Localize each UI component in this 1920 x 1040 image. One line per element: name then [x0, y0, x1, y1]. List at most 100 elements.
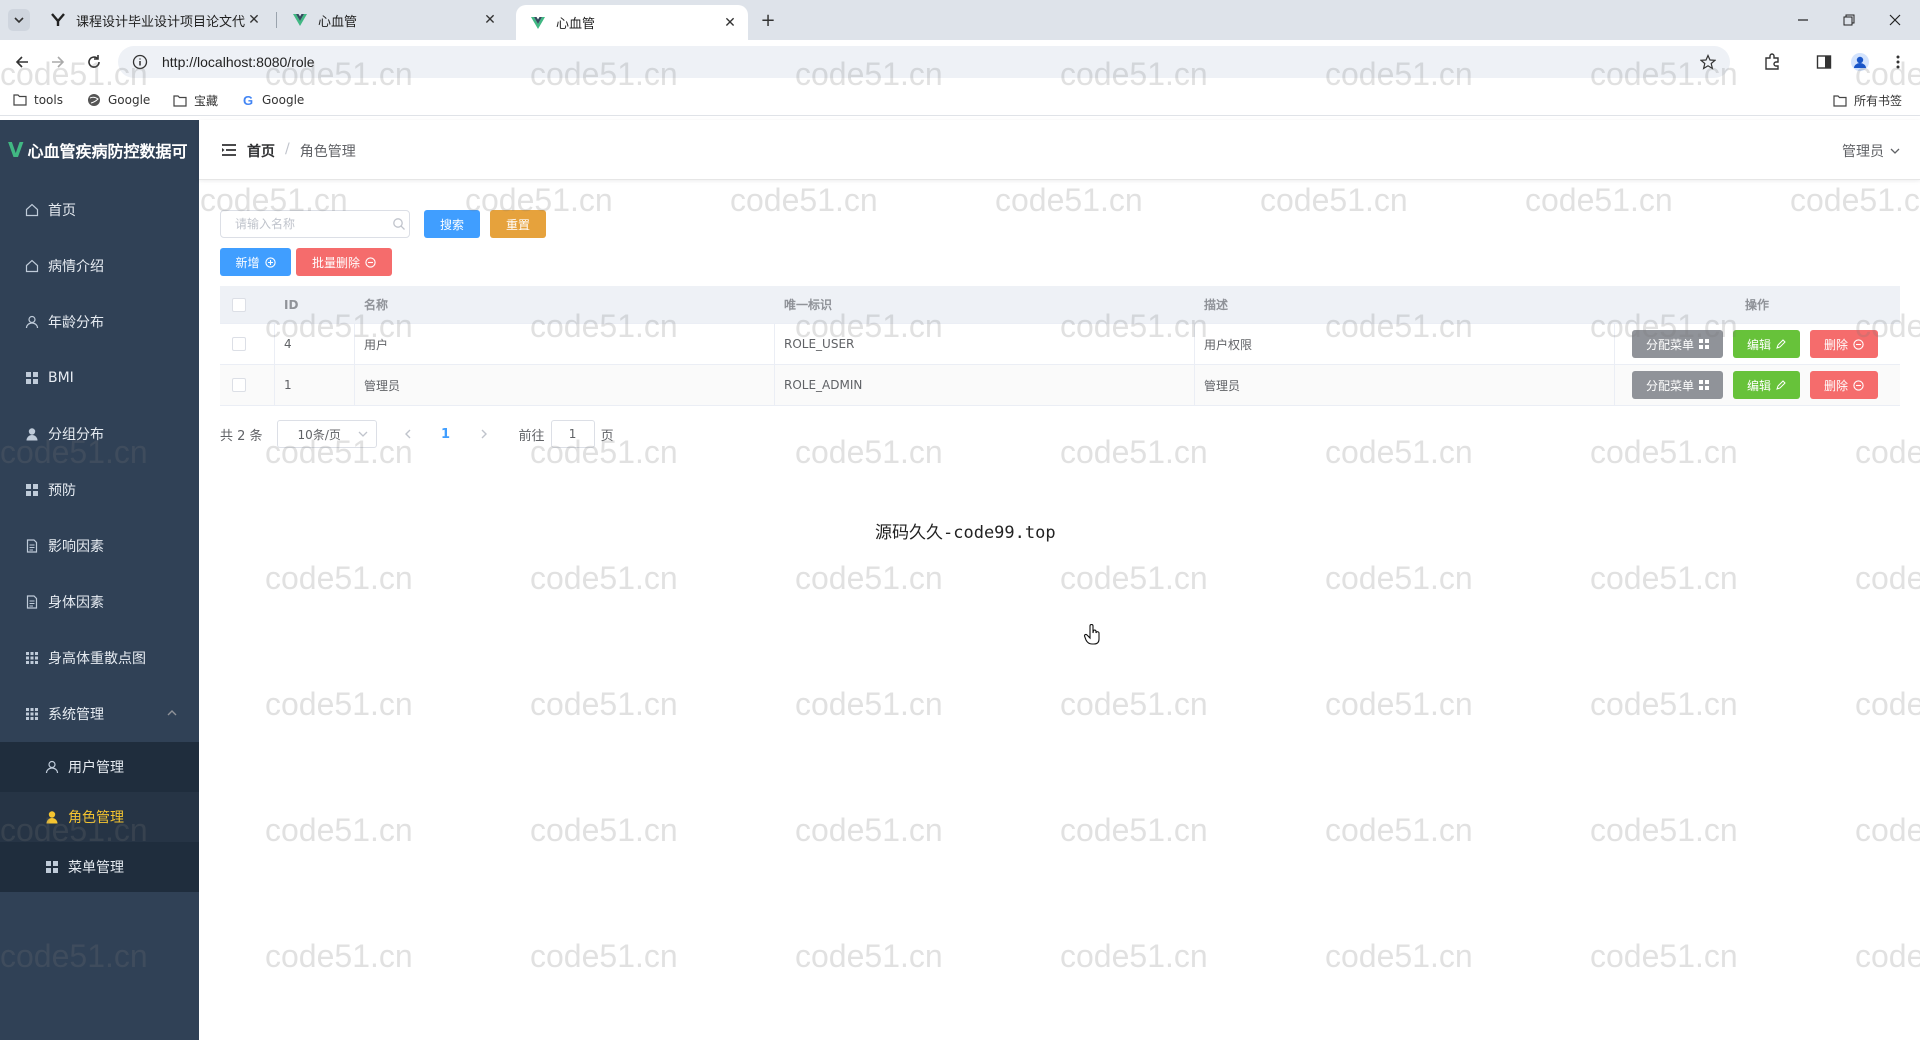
chevron-down-icon — [14, 17, 24, 24]
reload-icon — [88, 55, 100, 68]
reset-button[interactable]: 重置 — [490, 210, 546, 238]
assign-menu-button[interactable]: 分配菜单 — [1632, 330, 1724, 358]
sidebar-item-label: 病情介绍 — [48, 259, 104, 275]
navbar: 首页 / 角色管理 管理员 — [199, 120, 1920, 180]
vue-logo-icon: V — [8, 138, 24, 162]
profile-avatar-icon[interactable] — [1848, 50, 1872, 74]
new-tab-button[interactable]: + — [756, 8, 780, 32]
chevron-right-icon — [481, 429, 487, 439]
sidebar-item-home[interactable]: 首页 — [0, 182, 199, 238]
user-icon — [24, 314, 40, 330]
button-label: 新增 — [235, 255, 260, 270]
batch-delete-button[interactable]: 批量删除 — [296, 248, 392, 276]
info-icon[interactable] — [132, 54, 148, 70]
sidebar-item-age-distribution[interactable]: 年龄分布 — [0, 294, 199, 350]
grid-icon — [24, 706, 40, 722]
delete-button[interactable]: 删除 — [1810, 371, 1879, 399]
row-checkbox-cell — [220, 365, 274, 405]
bookmark-tools[interactable]: tools — [12, 92, 63, 108]
bookmark-baozang[interactable]: 宝藏 — [172, 92, 218, 109]
next-page-button[interactable] — [469, 420, 499, 448]
page-jumper: 前往 页 — [519, 420, 614, 448]
minimize-button[interactable] — [1780, 0, 1826, 40]
goto-page-input[interactable] — [550, 420, 595, 448]
sidebar-item-label: 角色管理 — [68, 810, 124, 826]
cell-key: ROLE_USER — [784, 337, 855, 351]
bookmarks-bar: tools Google 宝藏 G Google 所有书签 — [0, 86, 1920, 116]
url-text[interactable]: http://localhost:8080/role — [162, 54, 315, 70]
forward-button[interactable] — [44, 48, 72, 76]
search-button[interactable]: 搜索 — [424, 210, 480, 238]
more-menu-icon[interactable] — [1886, 50, 1910, 74]
sidebar-item-bmi[interactable]: BMI — [0, 350, 199, 406]
cell-id: 1 — [284, 378, 292, 392]
user-dropdown[interactable]: 管理员 — [1842, 141, 1900, 161]
sidebar-item-height-weight-scatter[interactable]: 身高体重散点图 — [0, 630, 199, 686]
star-icon[interactable] — [1700, 54, 1716, 70]
user-icon — [44, 759, 60, 775]
address-bar[interactable]: http://localhost:8080/role — [118, 46, 1730, 78]
sidebar-item-body-factors[interactable]: 身体因素 — [0, 574, 199, 630]
edit-pencil-icon — [1776, 339, 1786, 349]
vue-logo-icon — [292, 12, 308, 28]
bookmark-google-1[interactable]: Google — [86, 92, 150, 108]
sidebar-item-disease-intro[interactable]: 病情介绍 — [0, 238, 199, 294]
bookmark-label: 宝藏 — [194, 94, 219, 108]
sidebar: V 心血管疾病防控数据可 首页 病情介绍 年龄分布 BMI 分组分布 预防 影响… — [0, 120, 199, 1040]
cell-desc: 用户权限 — [1204, 337, 1253, 352]
sidebar-item-user-management[interactable]: 用户管理 — [0, 742, 199, 792]
sidebar-item-role-management[interactable]: 角色管理 — [0, 792, 199, 842]
bookmark-label: tools — [34, 93, 63, 107]
sidebar-item-menu-management[interactable]: 菜单管理 — [0, 842, 199, 892]
restore-button[interactable] — [1826, 0, 1872, 40]
side-panel-icon[interactable] — [1812, 50, 1836, 74]
page-size-select[interactable]: 10条/页 — [276, 420, 377, 448]
button-label: 删除 — [1824, 378, 1849, 393]
row-checkbox[interactable] — [232, 337, 246, 351]
browser-tab-1[interactable]: 课程设计毕业设计项目论文代写 ✕ — [36, 0, 272, 40]
header-desc: 描述 — [1204, 298, 1229, 312]
sidebar-item-prevention[interactable]: 预防 — [0, 462, 199, 518]
delete-button[interactable]: 删除 — [1810, 330, 1879, 358]
add-button[interactable]: 新增 — [220, 248, 291, 276]
sidebar-item-influence-factors[interactable]: 影响因素 — [0, 518, 199, 574]
pagination-total: 共 2 条 — [220, 428, 263, 444]
cell-key: ROLE_ADMIN — [784, 378, 863, 392]
select-all-checkbox[interactable] — [232, 297, 246, 312]
tab-search-button[interactable] — [8, 9, 30, 31]
app-title: 心血管疾病防控数据可 — [27, 142, 188, 161]
sidebar-item-group-distribution[interactable]: 分组分布 — [0, 406, 199, 462]
page-number-current[interactable]: 1 — [431, 420, 461, 448]
bookmark-google-2[interactable]: G Google — [240, 92, 304, 108]
browser-tab-3-active[interactable]: 心血管 ✕ — [516, 5, 748, 40]
browser-tab-2[interactable]: 心血管 ✕ — [278, 0, 508, 40]
close-icon[interactable]: ✕ — [482, 12, 498, 28]
all-bookmarks[interactable]: 所有书签 — [1832, 92, 1902, 109]
sidebar-item-label: 影响因素 — [48, 539, 104, 555]
prev-page-button[interactable] — [393, 420, 423, 448]
back-button[interactable] — [8, 48, 36, 76]
hamburger-icon[interactable] — [221, 142, 237, 158]
search-input[interactable] — [220, 210, 410, 238]
button-label: 删除 — [1824, 337, 1849, 352]
app-container: V 心血管疾病防控数据可 首页 病情介绍 年龄分布 BMI 分组分布 预防 影响… — [0, 120, 1920, 1040]
close-icon[interactable]: ✕ — [246, 12, 262, 28]
extensions-icon[interactable] — [1760, 50, 1784, 74]
row-checkbox[interactable] — [232, 378, 246, 392]
breadcrumb-home[interactable]: 首页 — [247, 141, 275, 161]
reload-button[interactable] — [80, 48, 108, 76]
close-icon[interactable]: ✕ — [722, 15, 738, 31]
sidebar-item-system-management[interactable]: 系统管理 — [0, 686, 199, 742]
document-icon — [24, 594, 40, 610]
edit-button[interactable]: 编辑 — [1733, 330, 1801, 358]
window-close-button[interactable] — [1872, 0, 1918, 40]
sidebar-item-label: 菜单管理 — [68, 860, 124, 876]
cell-id: 4 — [284, 337, 292, 351]
assign-menu-button[interactable]: 分配菜单 — [1632, 371, 1724, 399]
app-logo[interactable]: V 心血管疾病防控数据可 — [0, 120, 199, 180]
button-label: 搜索 — [439, 217, 464, 232]
edit-button[interactable]: 编辑 — [1733, 371, 1801, 399]
tab-title: 心血管 — [318, 14, 358, 30]
breadcrumb-separator: / — [285, 141, 290, 157]
button-label: 批量删除 — [311, 255, 360, 270]
